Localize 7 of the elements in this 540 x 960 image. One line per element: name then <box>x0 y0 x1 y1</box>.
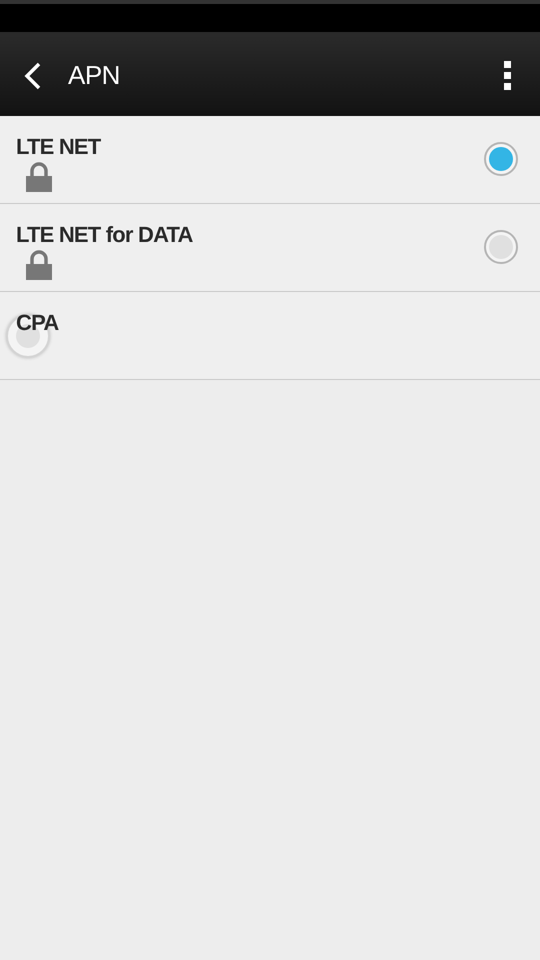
menu-button[interactable] <box>504 60 514 92</box>
radio-button[interactable] <box>484 230 518 264</box>
screen-title: APN <box>68 60 121 91</box>
apn-name: CPA <box>16 310 60 336</box>
radio-button[interactable] <box>484 142 518 176</box>
apn-name: LTE NET <box>16 134 102 160</box>
apn-name: LTE NET for DATA <box>16 222 194 248</box>
